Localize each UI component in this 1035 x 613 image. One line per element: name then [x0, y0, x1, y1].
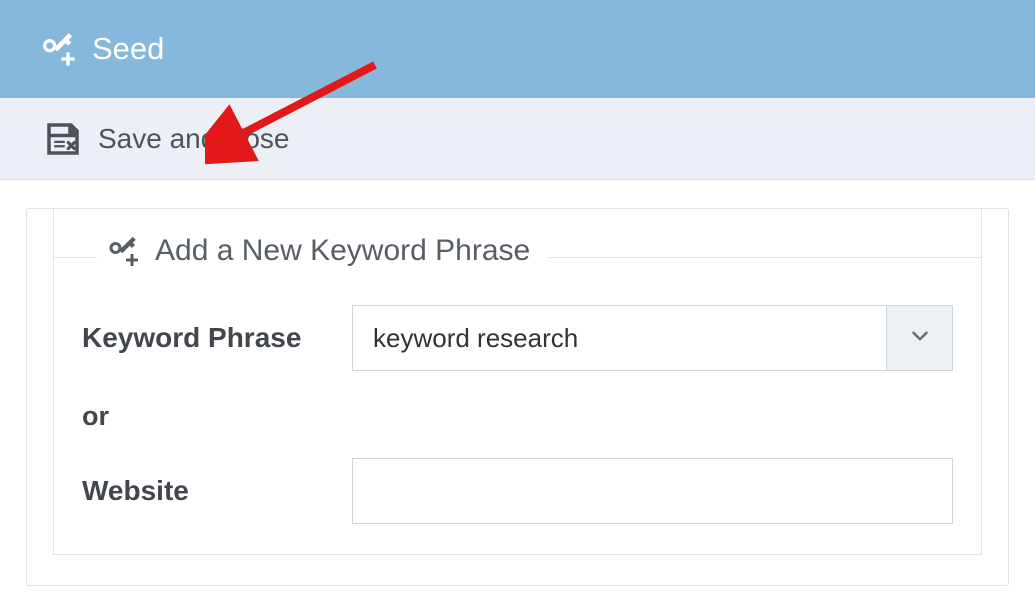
- keyword-phrase-combobox: [352, 305, 953, 371]
- save-and-close-button[interactable]: Save and close: [32, 112, 299, 166]
- website-label: Website: [82, 475, 352, 507]
- key-plus-icon: [38, 29, 78, 69]
- save-close-icon: [42, 118, 84, 160]
- save-and-close-label: Save and close: [98, 123, 289, 155]
- page-header: Seed: [0, 0, 1035, 98]
- website-input[interactable]: [352, 458, 953, 524]
- keyword-phrase-input[interactable]: [352, 305, 887, 371]
- keyword-phrase-row: Keyword Phrase: [82, 305, 953, 371]
- add-keyword-fieldset: Keyword Phrase or Website: [53, 209, 982, 555]
- content-area: Add a New Keyword Phrase Keyword Phrase: [0, 180, 1035, 586]
- keyword-phrase-label: Keyword Phrase: [82, 322, 352, 354]
- website-row: Website: [82, 458, 953, 524]
- panel: Add a New Keyword Phrase Keyword Phrase: [26, 208, 1009, 586]
- keyword-phrase-dropdown-toggle[interactable]: [887, 305, 953, 371]
- chevron-down-icon: [907, 323, 933, 354]
- or-separator: or: [82, 401, 953, 432]
- toolbar: Save and close: [0, 98, 1035, 180]
- page-title: Seed: [92, 31, 164, 67]
